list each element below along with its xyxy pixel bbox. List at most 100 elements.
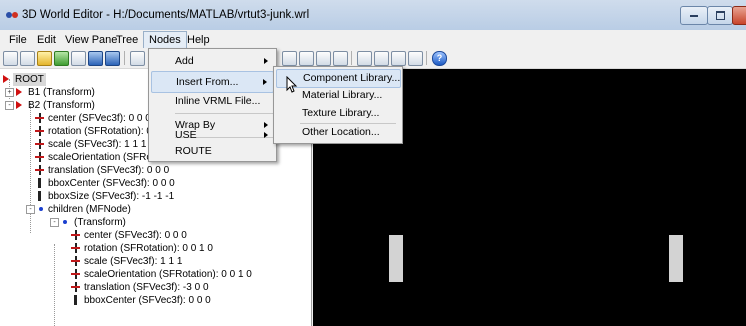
submenu-arrow-icon [263,79,267,85]
field-icon [35,139,44,149]
layout-panel-icon[interactable] [357,51,372,66]
menu-item-insert-from[interactable]: Insert From... [151,71,274,93]
node-triangle-icon [16,88,22,96]
root-triangle-icon [3,75,9,83]
expand-icon[interactable] [391,51,406,66]
field-icon [71,230,80,240]
window-title: 3D World Editor - H:/Documents/MATLAB/vr… [22,9,310,21]
tree-field[interactable]: rotation (SFRotation): 0 0 1 0 [0,242,300,255]
tree-field-label: translation (SFVec3f): -3 0 0 [84,282,209,293]
collapse-icon[interactable] [374,51,389,66]
close-button[interactable] [732,6,746,25]
tree-node-children[interactable]: - children (MFNode) [0,203,300,216]
menu-help[interactable]: Help [182,32,215,48]
submenu-arrow-icon [264,58,268,64]
tree-field-label: scale (SFVec3f): 1 1 1 [48,139,147,150]
field-icon [35,152,44,162]
field-icon [71,282,80,292]
tree-node-label: (Transform) [74,217,126,228]
menu-item-inline-vrml[interactable]: Inline VRML File... [151,91,274,111]
menu-item-use[interactable]: USE [151,125,274,145]
new-file-icon[interactable] [3,51,18,66]
scene-bar-left [389,235,403,282]
tree-node-label: B1 (Transform) [28,87,95,98]
menu-nodes[interactable]: Nodes [143,31,187,49]
tree-field[interactable]: bboxCenter (SFVec3f): 0 0 0 [0,177,300,190]
tree-field[interactable]: scaleOrientation (SFRotation): 0 0 1 0 [0,268,300,281]
tree-field-label: bboxSize (SFVec3f): -1 -1 -1 [48,191,175,202]
layout-grid-icon[interactable] [333,51,348,66]
field-icon [71,269,80,279]
toolbar-separator [124,51,125,65]
maximize-icon [715,11,725,20]
menu-bar: File Edit View Pane Tree Nodes Help [0,30,746,49]
submenu-arrow-icon [264,132,268,138]
layout-single-icon[interactable] [282,51,297,66]
collapse-icon[interactable]: - [26,205,35,214]
save-icon[interactable] [88,51,103,66]
field-icon [35,113,44,123]
tree-node-transform[interactable]: - (Transform) [0,216,300,229]
collapse-icon[interactable]: - [50,218,59,227]
menu-item-label: Other Location... [302,126,380,138]
maximize-button[interactable] [707,6,733,25]
menu-file[interactable]: File [4,32,32,48]
tree-field-label: scale (SFVec3f): 1 1 1 [84,256,183,267]
menu-tree[interactable]: Tree [111,32,143,48]
field-icon [71,243,80,253]
menu-item-label: Material Library... [302,89,383,101]
tree-field-label: bboxCenter (SFVec3f): 0 0 0 [48,178,175,189]
field-icon [71,256,80,266]
save-as-icon[interactable] [105,51,120,66]
menu-edit[interactable]: Edit [32,32,61,48]
menu-item-label: ROUTE [175,145,212,157]
menu-item-label: Add [175,55,194,67]
tree-field-label: translation (SFVec3f): 0 0 0 [48,165,170,176]
menu-item-label: USE [175,129,197,141]
tree-field[interactable]: translation (SFVec3f): -3 0 0 [0,281,300,294]
tree-field-label: rotation (SFRotation): 0 [48,126,152,137]
field-icon [35,126,44,136]
scene-bar-right [669,235,683,282]
node-triangle-icon [16,101,22,109]
node-dot-icon [63,220,67,224]
layout-vertical-split-icon[interactable] [316,51,331,66]
tree-field-label: rotation (SFRotation): 0 0 1 0 [84,243,213,254]
tree-field-label: bboxCenter (SFVec3f): 0 0 0 [84,295,211,306]
tree-node-label: B2 (Transform) [28,100,95,111]
toolbar-item-icon[interactable] [130,51,145,66]
menu-item-route[interactable]: ROUTE [151,143,274,159]
nodes-menu: Add Insert From... Inline VRML File... W… [148,48,277,162]
image-icon[interactable] [71,51,86,66]
bbox-field-icon [74,295,77,305]
tree-node-label: children (MFNode) [48,204,131,215]
tree-field[interactable]: translation (SFVec3f): 0 0 0 [0,164,300,177]
tree-field[interactable]: bboxSize (SFVec3f): -1 -1 -1 [0,190,300,203]
help-icon[interactable]: ? [432,51,447,66]
menu-item-label: Texture Library... [302,107,380,119]
tree-node-label: ROOT [13,73,46,86]
new-document-icon[interactable] [20,51,35,66]
open-folder-icon[interactable] [37,51,52,66]
app-icon [6,12,18,18]
title-bar: 3D World Editor - H:/Documents/MATLAB/vr… [0,0,746,31]
menu-item-label: Insert From... [176,76,239,88]
expand-icon[interactable]: + [5,88,14,97]
layout-horizontal-split-icon[interactable] [299,51,314,66]
collapse-icon[interactable]: - [5,101,14,110]
expand-all-icon[interactable] [408,51,423,66]
tree-field[interactable]: scale (SFVec3f): 1 1 1 [0,255,300,268]
tree-field[interactable]: center (SFVec3f): 0 0 0 [0,229,300,242]
menu-item-texture-library[interactable]: Texture Library... [276,105,401,122]
mfnode-dot-icon [39,207,43,211]
menu-item-other-location[interactable]: Other Location... [276,124,401,141]
refresh-icon[interactable] [54,51,69,66]
minimize-button[interactable] [680,6,708,25]
menu-item-add[interactable]: Add [151,51,274,71]
menu-item-label: Inline VRML File... [175,95,261,107]
tree-field[interactable]: bboxCenter (SFVec3f): 0 0 0 [0,294,300,307]
tree-field-label: center (SFVec3f): 0 0 0 [48,113,151,124]
minimize-icon [690,15,698,17]
bbox-field-icon [38,191,41,201]
tree-field-label: scaleOrientation (SFRotation): 0 0 1 0 [84,269,252,280]
